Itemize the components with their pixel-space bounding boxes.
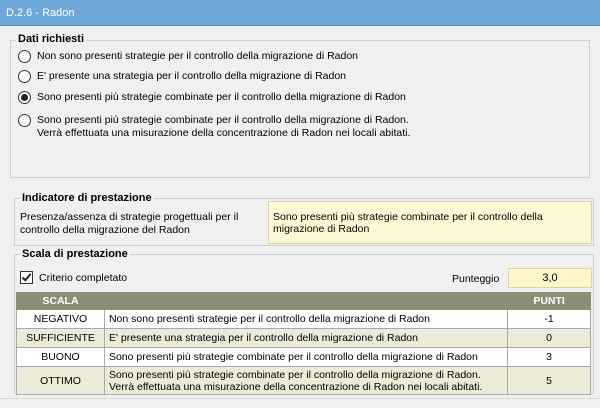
check-icon <box>21 271 32 282</box>
checkbox-box[interactable] <box>20 271 33 284</box>
radio-option-4-label: Sono presenti più strategie combinate pe… <box>37 114 411 139</box>
row-scala: BUONO <box>16 347 105 367</box>
table-row: BUONO Sono presenti più strategie combin… <box>16 347 591 367</box>
indicatore-label: Presenza/assenza di strategie progettual… <box>20 211 239 236</box>
row-desc: Non sono presenti strategie per il contr… <box>103 309 509 329</box>
radio-option-2[interactable]: E' presente una strategia per il control… <box>18 70 346 83</box>
row-scala: NEGATIVO <box>16 309 105 329</box>
row-scala: OTTIMO <box>16 366 105 395</box>
criterio-completato-checkbox[interactable]: Criterio completato <box>20 271 127 284</box>
header-desc <box>103 292 509 310</box>
table-row: NEGATIVO Non sono presenti strategie per… <box>16 309 591 329</box>
header-punti: PUNTI <box>507 292 591 310</box>
table-header-row: SCALA PUNTI <box>16 292 591 310</box>
scala-title: Scala di prestazione <box>20 248 130 260</box>
table-row: SUFFICIENTE E' presente una strategia pe… <box>16 328 591 348</box>
radio-option-1[interactable]: Non sono presenti strategie per il contr… <box>18 50 358 63</box>
row-scala: SUFFICIENTE <box>16 328 105 348</box>
divider <box>0 398 600 399</box>
row-punti: 0 <box>507 328 591 348</box>
indicatore-title: Indicatore di prestazione <box>20 192 154 204</box>
radio-option-4[interactable]: Sono presenti più strategie combinate pe… <box>18 114 410 140</box>
radio-option-3[interactable]: Sono presenti più strategie combinate pe… <box>18 91 406 104</box>
radio-option-1-label: Non sono presenti strategie per il contr… <box>37 50 359 62</box>
row-desc: E' presente una strategia per il control… <box>103 328 509 348</box>
radio-button[interactable] <box>18 114 31 127</box>
radio-button[interactable] <box>18 50 31 63</box>
row-punti: 3 <box>507 347 591 367</box>
window-title: D.2.6 - Radon <box>0 0 600 26</box>
radio-option-2-label: E' presente una strategia per il control… <box>37 70 347 82</box>
row-desc: Sono presenti più strategie combinate pe… <box>103 366 509 395</box>
header-scala: SCALA <box>16 292 105 310</box>
row-punti: 5 <box>507 366 591 395</box>
punteggio-label: Punteggio <box>452 273 500 285</box>
row-punti: -1 <box>507 309 591 329</box>
punteggio-value: 3,0 <box>508 268 592 288</box>
radio-button[interactable] <box>18 70 31 83</box>
radio-button-selected[interactable] <box>18 91 31 104</box>
row-desc: Sono presenti più strategie combinate pe… <box>103 347 509 367</box>
criterio-completato-label: Criterio completato <box>39 271 128 284</box>
dati-richiesti-title: Dati richiesti <box>16 33 87 45</box>
radio-option-3-label: Sono presenti più strategie combinate pe… <box>37 91 406 103</box>
scala-table: SCALA PUNTI NEGATIVO Non sono presenti s… <box>16 292 591 395</box>
indicatore-value: Sono presenti più strategie combinate pe… <box>268 201 592 244</box>
table-row: OTTIMO Sono presenti più strategie combi… <box>16 366 591 395</box>
